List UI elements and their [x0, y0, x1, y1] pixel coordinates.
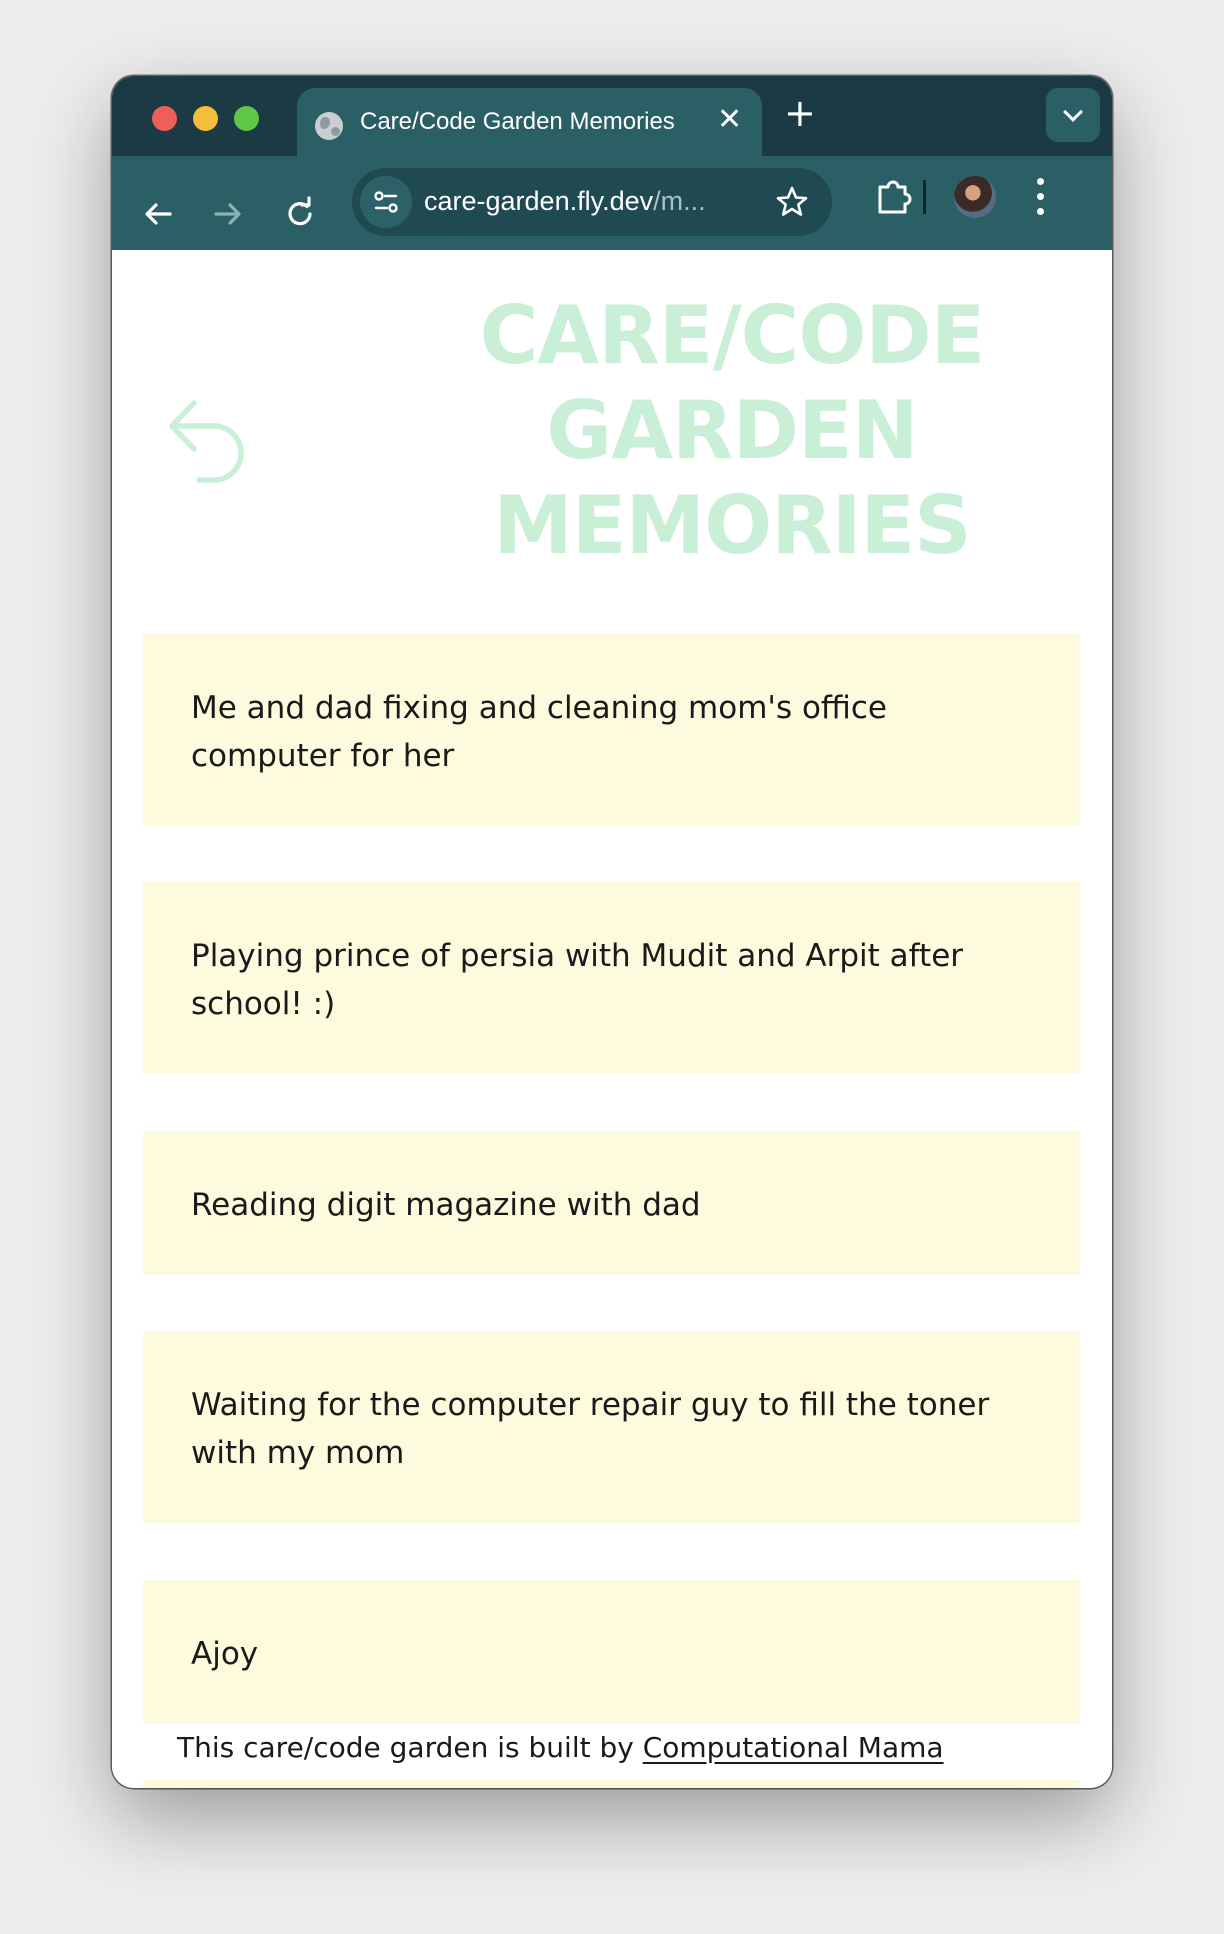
- tab-strip: Care/Code Garden Memories ✕ +: [112, 76, 1112, 168]
- minimize-window-button[interactable]: [193, 106, 218, 131]
- tab-search-button[interactable]: [1046, 88, 1100, 142]
- address-bar[interactable]: care-garden.fly.dev/m...: [352, 168, 832, 236]
- toolbar-divider: [923, 180, 926, 214]
- site-footer: This care/code garden is built by Comput…: [112, 1724, 1112, 1780]
- back-link-icon[interactable]: [164, 398, 252, 488]
- memory-card-partial: [143, 1780, 1080, 1788]
- site-settings-icon[interactable]: [360, 176, 412, 228]
- footer-author-link[interactable]: Computational Mama: [643, 1731, 944, 1764]
- memory-card: Ajoy: [143, 1580, 1080, 1724]
- memory-card: Playing prince of persia with Mudit and …: [143, 882, 1080, 1074]
- toolbar: care-garden.fly.dev/m...: [112, 156, 1112, 250]
- page-content: CARE/CODE GARDEN MEMORIES Me and dad fix…: [112, 250, 1112, 1788]
- memory-card: Reading digit magazine with dad: [143, 1131, 1080, 1275]
- forward-icon[interactable]: [208, 194, 248, 234]
- reload-icon[interactable]: [280, 194, 320, 234]
- tab-title: Care/Code Garden Memories: [360, 108, 675, 135]
- bookmark-star-icon[interactable]: [772, 182, 812, 222]
- url-text[interactable]: care-garden.fly.dev/m...: [424, 186, 706, 217]
- browser-window: Care/Code Garden Memories ✕ + care-garde…: [112, 76, 1112, 1788]
- page-header: CARE/CODE GARDEN MEMORIES: [112, 250, 1112, 590]
- close-tab-icon[interactable]: ✕: [717, 105, 742, 135]
- memory-card: Me and dad fixing and cleaning mom's off…: [143, 634, 1080, 826]
- maximize-window-button[interactable]: [234, 106, 259, 131]
- menu-icon[interactable]: [1036, 178, 1046, 218]
- footer-text: This care/code garden is built by: [177, 1731, 643, 1764]
- globe-icon: [315, 112, 343, 140]
- close-window-button[interactable]: [152, 106, 177, 131]
- new-tab-button[interactable]: +: [784, 94, 816, 132]
- extensions-icon[interactable]: [869, 172, 919, 222]
- memory-card: Waiting for the computer repair guy to f…: [143, 1331, 1080, 1523]
- page-title: CARE/CODE GARDEN MEMORIES: [479, 289, 986, 572]
- profile-avatar[interactable]: [954, 176, 996, 218]
- back-icon[interactable]: [138, 194, 178, 234]
